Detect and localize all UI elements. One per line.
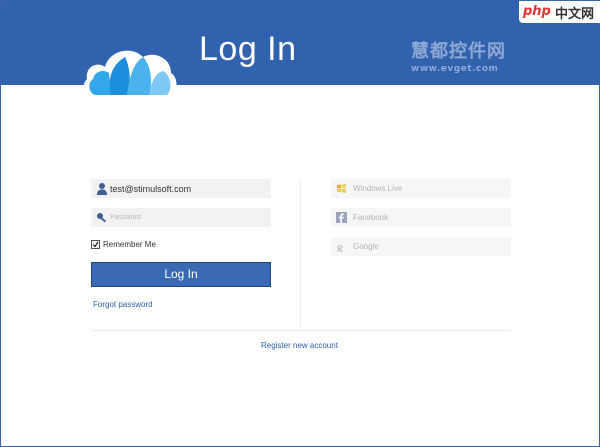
password-input[interactable] bbox=[110, 208, 268, 227]
badge-cn-text: 中文网 bbox=[555, 7, 595, 22]
windows-icon bbox=[337, 183, 346, 193]
windows-live-label: Windows Live bbox=[353, 184, 403, 193]
facebook-label: Facebook bbox=[353, 213, 389, 222]
google-label: Google bbox=[353, 242, 379, 251]
remember-checkbox[interactable] bbox=[91, 240, 100, 249]
username-field[interactable] bbox=[91, 179, 271, 198]
login-button[interactable]: Log In bbox=[91, 262, 271, 287]
username-input[interactable] bbox=[110, 179, 268, 198]
horizontal-divider bbox=[91, 330, 511, 331]
key-icon bbox=[97, 213, 107, 223]
site-badge: php 中文网 bbox=[519, 1, 600, 23]
register-link[interactable]: Register new account bbox=[261, 340, 338, 351]
watermark: 慧都控件网 www.evget.com bbox=[411, 41, 521, 77]
password-field[interactable] bbox=[91, 208, 271, 227]
cloud-logo-icon bbox=[83, 50, 177, 99]
watermark-title: 慧都控件网 bbox=[411, 41, 506, 62]
facebook-icon bbox=[336, 212, 347, 223]
windows-live-button[interactable]: Windows Live bbox=[331, 179, 511, 198]
vertical-divider bbox=[300, 179, 301, 327]
google-icon: g bbox=[337, 242, 343, 253]
forgot-password-link[interactable]: Forgot password bbox=[93, 299, 153, 310]
login-window: Log In 慧都控件网 www.evget.com php 中文网 Remem… bbox=[0, 0, 600, 447]
facebook-button[interactable]: Facebook bbox=[331, 208, 511, 227]
svg-text:g: g bbox=[337, 242, 343, 253]
badge-php-text: php bbox=[523, 4, 551, 19]
watermark-url: www.evget.com bbox=[411, 64, 499, 74]
check-icon bbox=[92, 241, 99, 248]
user-icon bbox=[97, 183, 107, 195]
google-button[interactable]: g Google bbox=[331, 237, 511, 256]
page-title: Log In bbox=[199, 30, 297, 68]
remember-label: Remember Me bbox=[103, 240, 156, 249]
